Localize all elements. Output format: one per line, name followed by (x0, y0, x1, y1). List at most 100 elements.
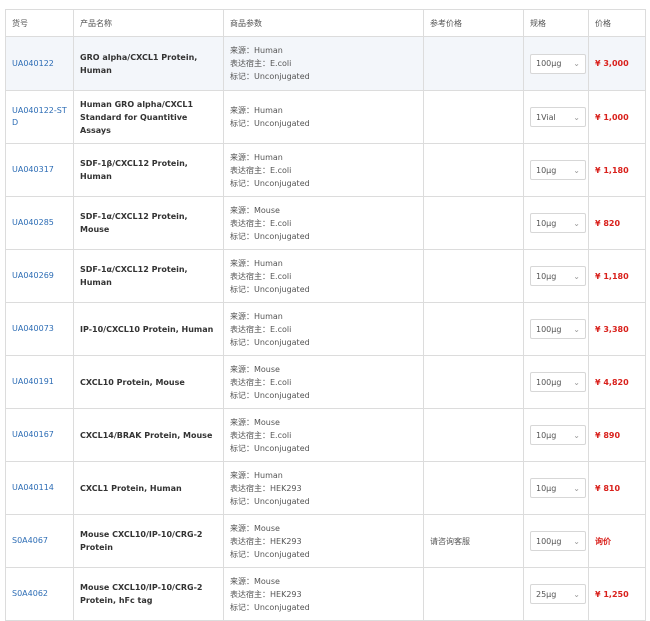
spec-select[interactable]: 10μg ⌄ (530, 425, 586, 445)
param-tag: 标记：Unconjugated (230, 337, 310, 347)
param-source: 来源：Mouse (230, 417, 280, 427)
spec-select[interactable]: 100μg ⌄ (530, 531, 586, 551)
product-name: IP-10/CXCL10 Protein, Human (80, 324, 214, 334)
spec-select[interactable]: 100μg ⌄ (530, 53, 586, 74)
product-code-link[interactable]: UA040114 (12, 483, 54, 492)
product-code-link[interactable]: S0A4062 (12, 589, 48, 598)
spec-select[interactable]: 10μg ⌄ (530, 478, 586, 498)
param-host: 表达宿主：E.coli (230, 165, 292, 175)
spec-select-value: 10μg (536, 430, 557, 440)
table-row: UA040269 SDF-1α/CXCL12 Protein, Human 来源… (5, 249, 646, 303)
param-host: 表达宿主：HEK293 (230, 536, 302, 546)
table-row: UA040122 GRO alpha/CXCL1 Protein, Human … (5, 36, 646, 91)
spec-select[interactable]: 25μg ⌄ (530, 584, 586, 604)
chevron-down-icon: ⌄ (573, 218, 580, 228)
product-name: Mouse CXCL10/IP-10/CRG-2 Protein, hFc ta… (80, 583, 203, 605)
header-spec: 规格 (523, 9, 589, 37)
chevron-down-icon: ⌄ (573, 271, 580, 281)
product-params: 来源：Human 表达宿主：E.coli 标记：Unconjugated (223, 249, 424, 303)
ref-price (423, 36, 524, 91)
table-row: UA040073 IP-10/CXCL10 Protein, Human 来源：… (5, 302, 646, 356)
table-row: UA040122-STD Human GRO alpha/CXCL1 Stand… (5, 90, 646, 144)
header-price: 价格 (588, 9, 646, 37)
product-params: 来源：Mouse 表达宿主：HEK293 标记：Unconjugated (223, 514, 424, 568)
ref-price (423, 249, 524, 303)
price: ¥ 1,250 (588, 567, 646, 621)
chevron-down-icon: ⌄ (573, 483, 580, 493)
spec-select[interactable]: 10μg ⌄ (530, 213, 586, 233)
chevron-down-icon: ⌄ (573, 377, 580, 387)
param-tag: 标记：Unconjugated (230, 390, 310, 400)
spec-select-value: 100μg (536, 536, 562, 546)
param-tag: 标记：Unconjugated (230, 231, 310, 241)
spec-select[interactable]: 10μg ⌄ (530, 160, 586, 180)
product-code-link[interactable]: UA040285 (12, 218, 54, 227)
product-params: 来源：Mouse 表达宿主：E.coli 标记：Unconjugated (223, 355, 424, 409)
ref-price (423, 143, 524, 197)
param-source: 来源：Mouse (230, 576, 280, 586)
product-name: GRO alpha/CXCL1 Protein, Human (80, 52, 198, 75)
param-host: 表达宿主：HEK293 (230, 483, 302, 493)
product-code-link[interactable]: UA040317 (12, 165, 54, 174)
param-tag: 标记：Unconjugated (230, 119, 310, 128)
product-params: 来源：Human 标记：Unconjugated (223, 90, 424, 144)
table-row: S0A4062 Mouse CXCL10/IP-10/CRG-2 Protein… (5, 567, 646, 621)
spec-select[interactable]: 100μg ⌄ (530, 319, 586, 339)
spec-select-value: 10μg (536, 218, 557, 228)
param-source: 来源：Human (230, 470, 283, 480)
param-source: 来源：Mouse (230, 364, 280, 374)
param-host: 表达宿主：E.coli (230, 377, 292, 387)
param-source: 来源：Human (230, 46, 283, 55)
param-tag: 标记：Unconjugated (230, 72, 310, 81)
ref-price (423, 461, 524, 515)
product-code-link[interactable]: UA040191 (12, 377, 54, 386)
ref-price (423, 196, 524, 250)
ref-price (423, 408, 524, 462)
param-source: 来源：Mouse (230, 523, 280, 533)
param-tag: 标记：Unconjugated (230, 549, 310, 559)
price: ¥ 820 (588, 196, 646, 250)
param-source: 来源：Human (230, 152, 283, 162)
price: ¥ 810 (588, 461, 646, 515)
product-params: 来源：Mouse 表达宿主：E.coli 标记：Unconjugated (223, 196, 424, 250)
product-code-link[interactable]: UA040122-STD (12, 106, 67, 127)
header-name: 产品名称 (73, 9, 224, 37)
param-source: 来源：Human (230, 258, 283, 268)
product-name: CXCL14/BRAK Protein, Mouse (80, 430, 213, 440)
ref-price (423, 355, 524, 409)
product-params: 来源：Mouse 表达宿主：E.coli 标记：Unconjugated (223, 408, 424, 462)
product-code-link[interactable]: UA040167 (12, 430, 54, 439)
param-host: 表达宿主：E.coli (230, 59, 292, 68)
spec-select-value: 10μg (536, 271, 557, 281)
spec-select[interactable]: 1Vial ⌄ (530, 107, 586, 127)
spec-select-value: 10μg (536, 483, 557, 493)
product-code-link[interactable]: UA040073 (12, 324, 54, 333)
param-tag: 标记：Unconjugated (230, 284, 310, 294)
chevron-down-icon: ⌄ (573, 112, 580, 122)
spec-select[interactable]: 100μg ⌄ (530, 372, 586, 392)
spec-select[interactable]: 10μg ⌄ (530, 266, 586, 286)
product-code-link[interactable]: UA040269 (12, 271, 54, 280)
table-row: S0A4067 Mouse CXCL10/IP-10/CRG-2 Protein… (5, 514, 646, 568)
param-source: 来源：Mouse (230, 205, 280, 215)
table-row: UA040191 CXCL10 Protein, Mouse 来源：Mouse … (5, 355, 646, 409)
price: ¥ 890 (588, 408, 646, 462)
price: ¥ 3,380 (588, 302, 646, 356)
spec-select-value: 100μg (536, 377, 562, 387)
param-host: 表达宿主：E.coli (230, 218, 292, 228)
ref-price (423, 90, 524, 144)
product-params: 来源：Human 表达宿主：E.coli 标记：Unconjugated (223, 143, 424, 197)
price: ¥ 1,180 (588, 249, 646, 303)
header-ref-price: 参考价格 (423, 9, 524, 37)
param-tag: 标记：Unconjugated (230, 443, 310, 453)
spec-select-value: 1Vial (536, 112, 556, 122)
chevron-down-icon: ⌄ (573, 430, 580, 440)
product-params: 来源：Human 表达宿主：HEK293 标记：Unconjugated (223, 461, 424, 515)
product-code-link[interactable]: UA040122 (12, 59, 54, 68)
header-code: 货号 (5, 9, 74, 37)
spec-select-value: 100μg (536, 59, 562, 68)
product-name: SDF-1α/CXCL12 Protein, Mouse (80, 212, 188, 234)
product-code-link[interactable]: S0A4067 (12, 536, 48, 545)
product-params: 来源：Human 表达宿主：E.coli 标记：Unconjugated (223, 302, 424, 356)
price: ¥ 4,820 (588, 355, 646, 409)
